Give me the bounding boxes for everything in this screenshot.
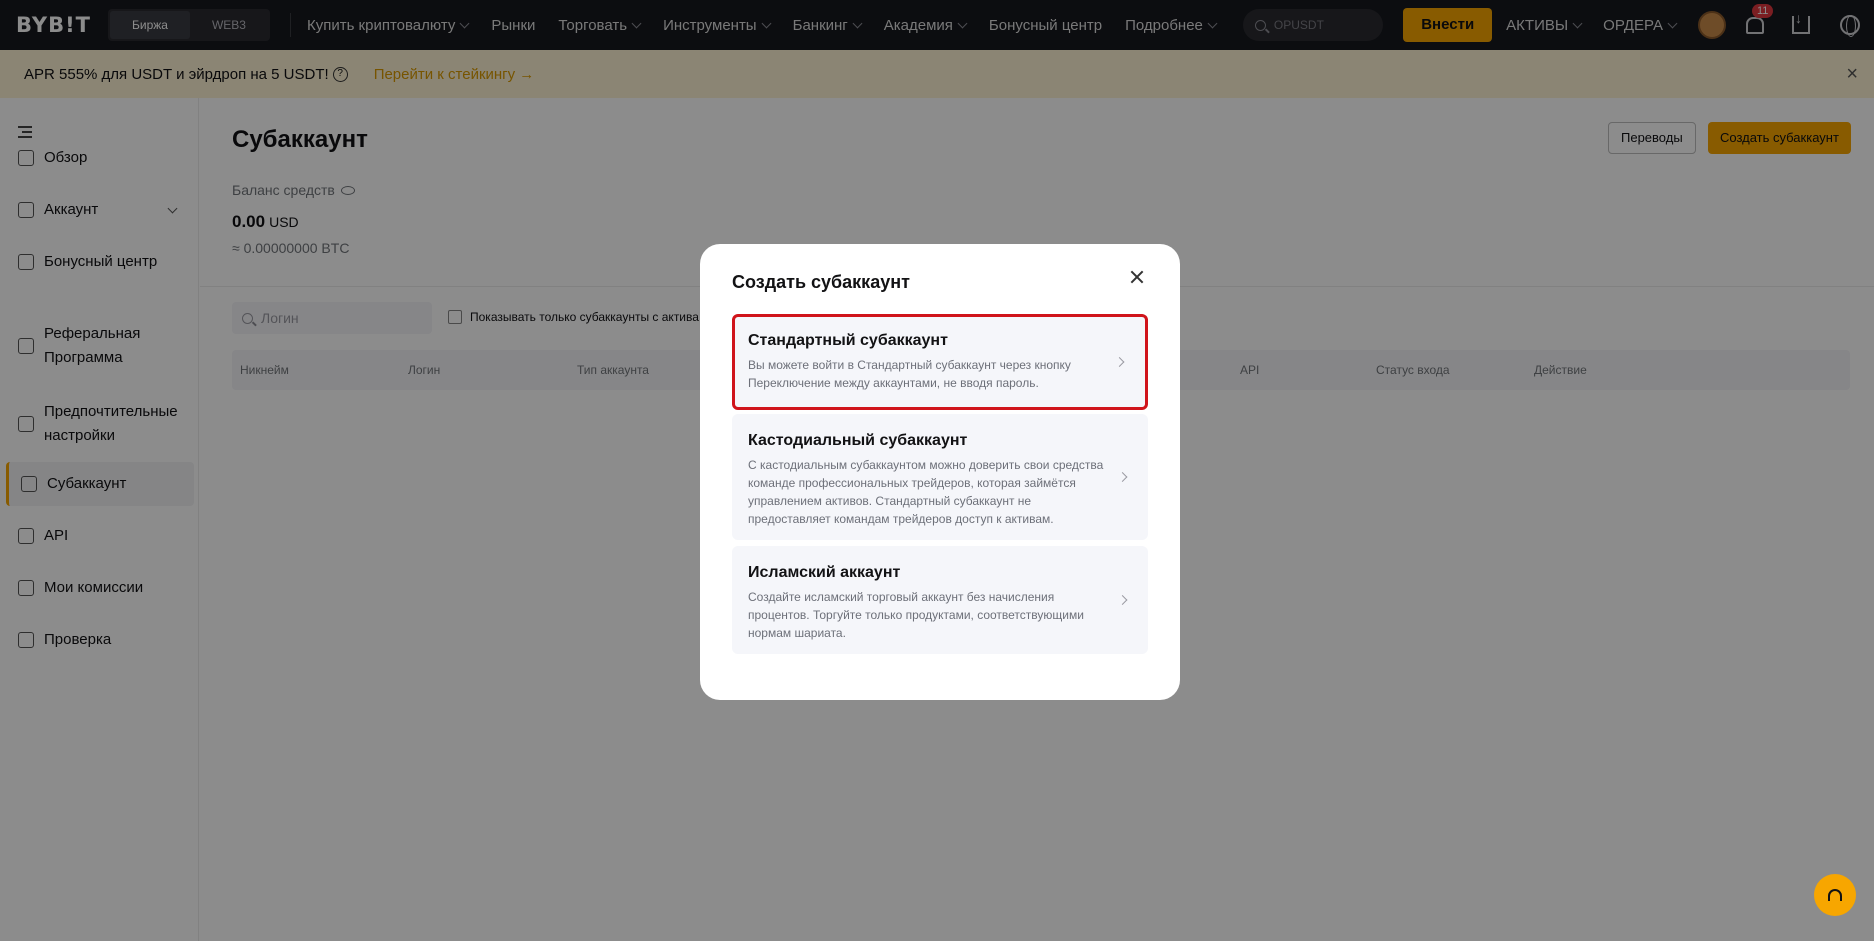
option-title: Кастодиальный субаккаунт <box>748 432 968 449</box>
headset-icon <box>1828 889 1842 901</box>
chevron-right-icon <box>1114 357 1125 367</box>
option-title: Стандартный субаккаунт <box>748 332 948 349</box>
create-subaccount-modal: Создать субаккаунт Стандартный субаккаун… <box>700 244 1180 700</box>
chevron-right-icon <box>1117 595 1128 605</box>
close-icon[interactable] <box>1128 268 1146 286</box>
support-chat-button[interactable] <box>1814 874 1856 916</box>
option-description: Создайте исламский торговый аккаунт без … <box>748 590 1084 640</box>
option-custodial-subaccount[interactable]: Кастодиальный субаккаунт С кастодиальным… <box>732 414 1148 540</box>
option-description: Вы можете войти в Стандартный субаккаунт… <box>748 358 1071 390</box>
option-description: С кастодиальным субаккаунтом можно довер… <box>748 458 1104 526</box>
modal-title: Создать субаккаунт <box>732 272 910 292</box>
option-standard-subaccount[interactable]: Стандартный субаккаунт Вы можете войти в… <box>732 314 1148 410</box>
chevron-right-icon <box>1117 472 1128 482</box>
option-title: Исламский аккаунт <box>748 564 901 581</box>
option-islamic-account[interactable]: Исламский аккаунт Создайте исламский тор… <box>732 546 1148 654</box>
